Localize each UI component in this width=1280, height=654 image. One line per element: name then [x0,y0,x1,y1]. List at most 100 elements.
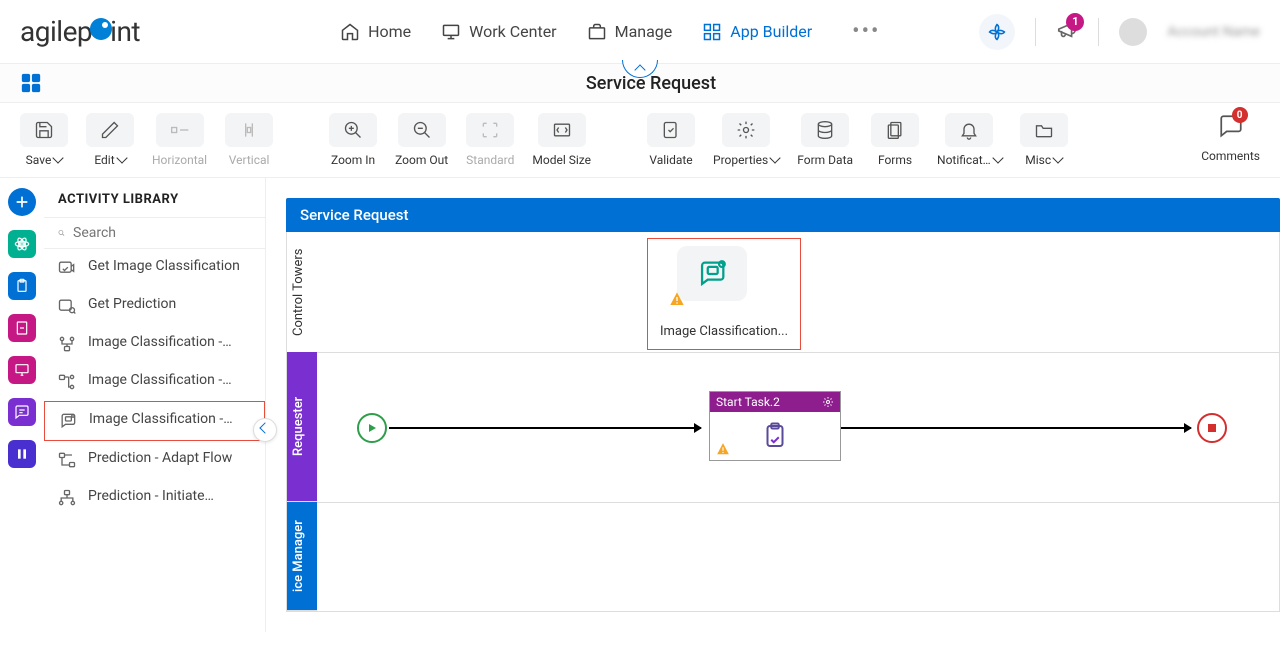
apps-grid-button[interactable] [20,72,42,94]
rail-chat-button[interactable] [8,398,36,426]
ai-spinner-button[interactable] [979,14,1015,50]
activity-item[interactable]: Get Prediction [44,287,265,325]
modelsize-button[interactable]: Model Size [532,113,591,167]
lane-manager[interactable] [317,502,1279,611]
page-title: Service Request [586,73,716,94]
swimlanes[interactable]: Image Classification... Start Task.2 [317,232,1279,611]
warning-icon [669,291,685,307]
adapt-icon [56,449,78,471]
zoomout-label: Zoom Out [395,153,448,167]
formdata-label: Form Data [797,153,853,167]
gear-icon[interactable] [822,396,834,408]
lane-control[interactable]: Image Classification... [317,232,1279,352]
vertical-button[interactable]: Vertical [225,113,273,167]
database-icon [815,120,835,140]
flow-connector[interactable] [841,427,1191,429]
comments-button[interactable]: 0 Comments [1201,113,1260,163]
save-button[interactable]: Save [20,113,68,167]
lane-label-requester[interactable]: Requester [287,352,317,502]
chevron-down-icon [53,152,64,163]
forms-button[interactable]: Forms [871,113,919,167]
activity-item[interactable]: Get Image Classification [44,249,265,287]
flow-end-node[interactable] [1197,413,1227,443]
activity-item[interactable]: Prediction - Initiate… [44,479,265,517]
task-header: Start Task.2 [710,392,840,412]
search-input[interactable] [73,225,251,241]
standard-button[interactable]: Standard [466,113,514,167]
activity-item-label: Prediction - Initiate… [88,487,214,505]
initiate-icon [56,487,78,509]
rail-ai-button[interactable] [8,230,36,258]
zoomout-button[interactable]: Zoom Out [395,113,448,167]
horizontal-icon [170,120,190,140]
activity-node[interactable] [677,246,747,301]
pause-icon [14,446,30,462]
horizontal-button[interactable]: Horizontal [152,113,207,167]
left-rail [0,178,44,632]
comments-badge: 0 [1232,107,1248,123]
flow-start-node[interactable] [357,413,387,443]
rail-add-button[interactable] [8,188,36,216]
zoom-out-icon [412,120,432,140]
misc-button[interactable]: Misc [1020,113,1068,167]
nav-workcenter[interactable]: Work Center [441,22,556,42]
edit-button[interactable]: Edit [86,113,134,167]
nav-home[interactable]: Home [340,22,411,42]
properties-button[interactable]: Properties [713,113,779,167]
modelsize-label: Model Size [532,153,591,167]
vertical-icon [239,120,259,140]
lane-label-control[interactable]: Control Towers [287,232,317,352]
chevron-down-icon [116,152,127,163]
activity-item-label: Image Classification -… [88,333,232,351]
warning-icon [716,442,730,456]
task-body [710,412,840,460]
comments-label: Comments [1201,149,1260,163]
divider [1035,18,1036,46]
zoomin-button[interactable]: Zoom In [329,113,377,167]
image-chat-icon [57,410,79,432]
rail-clipboard-button[interactable] [8,272,36,300]
brand-dot-icon [90,18,112,40]
notifications-button[interactable]: 1 [1056,19,1078,45]
collapse-sidebar-button[interactable] [253,418,277,442]
brand-logo: agilep int [20,15,140,48]
validate-icon [661,120,681,140]
nav-more-button[interactable]: ••• [852,19,880,44]
header-right: 1 Account Name [979,14,1260,50]
vertical-label: Vertical [229,153,270,167]
lane-label-manager[interactable]: ice Manager [287,502,317,611]
briefcase-icon [587,22,607,42]
nav-manage[interactable]: Manage [587,22,673,42]
zoomin-label: Zoom In [331,153,375,167]
rail-doc-button[interactable] [8,314,36,342]
play-icon [366,422,378,434]
activity-item-selected[interactable]: Image Classification -… [44,401,265,441]
activity-library-sidebar: ACTIVITY LIBRARY Get Image Classificatio… [44,178,266,632]
horizontal-label: Horizontal [152,153,207,167]
fit-icon [552,120,572,140]
pencil-icon [100,120,120,140]
rail-pause-button[interactable] [8,440,36,468]
avatar[interactable] [1119,18,1147,46]
activity-item[interactable]: Image Classification -… [44,363,265,401]
activity-item[interactable]: Prediction - Adapt Flow [44,441,265,479]
lane-requester[interactable]: Start Task.2 [317,352,1279,502]
formdata-button[interactable]: Form Data [797,113,853,167]
task-node[interactable]: Start Task.2 [709,391,841,461]
grid-icon [702,22,722,42]
username-label: Account Name [1167,24,1260,40]
validate-button[interactable]: Validate [647,113,695,167]
search-box[interactable] [44,217,265,249]
swimlane-labels: Control Towers Requester ice Manager [287,232,317,611]
notifications-tool-label: Notificat… [937,153,991,167]
flow-connector[interactable] [389,427,701,429]
predict-icon [56,295,78,317]
validate-label: Validate [649,153,692,167]
activity-item[interactable]: Image Classification -… [44,325,265,363]
nav-appbuilder[interactable]: App Builder [702,22,812,42]
rail-monitor-button[interactable] [8,356,36,384]
chevron-left-icon [259,422,270,433]
notifications-tool-button[interactable]: Notificat… [937,113,1002,167]
zoom-in-icon [343,120,363,140]
activity-item-label: Image Classification -… [89,410,233,428]
